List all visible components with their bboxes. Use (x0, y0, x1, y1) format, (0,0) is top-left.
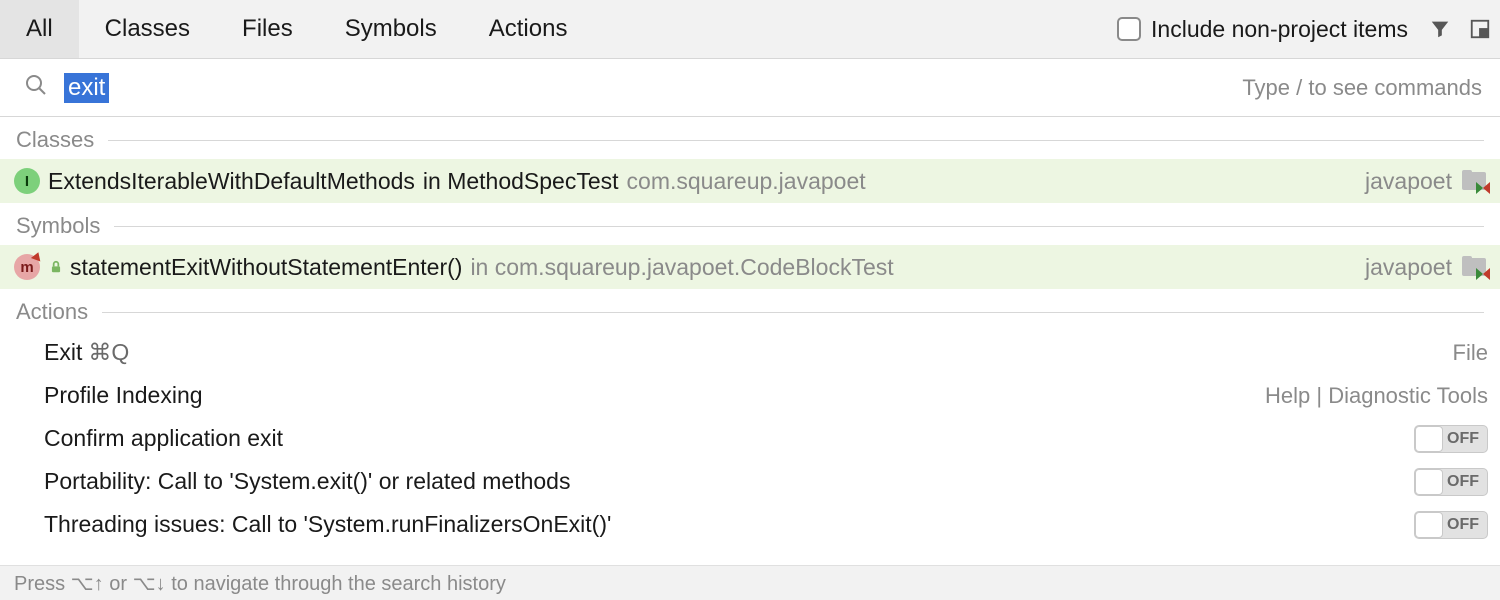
symbol-result-row[interactable]: m statementExitWithoutStatementEnter() i… (0, 245, 1500, 289)
search-icon (24, 73, 48, 103)
class-result-row[interactable]: I ExtendsIterableWithDefaultMethods in M… (0, 159, 1500, 203)
interface-icon: I (14, 168, 40, 194)
action-threading-finalizers[interactable]: Threading issues: Call to 'System.runFin… (0, 503, 1500, 546)
section-title: Actions (16, 299, 88, 325)
lock-icon (48, 259, 64, 275)
module-dir-icon (1462, 170, 1488, 192)
tab-files[interactable]: Files (216, 0, 319, 58)
action-label: Confirm application exit (44, 425, 1414, 452)
section-header-symbols: Symbols (0, 203, 1500, 245)
result-package: com.squareup.javapoet (627, 168, 866, 195)
toggle-off[interactable]: OFF (1414, 425, 1488, 453)
method-icon: m (14, 254, 40, 280)
search-input[interactable]: exit (64, 73, 109, 103)
action-label: Profile Indexing (44, 382, 1265, 409)
search-row: exit Type / to see commands (0, 59, 1500, 117)
module-dir-icon (1462, 256, 1488, 278)
filter-icon[interactable] (1420, 0, 1460, 58)
result-module: javapoet (1365, 168, 1452, 195)
action-confirm-exit[interactable]: Confirm application exit OFF (0, 417, 1500, 460)
section-header-actions: Actions (0, 289, 1500, 331)
tab-all[interactable]: All (0, 0, 79, 58)
toggle-off[interactable]: OFF (1414, 511, 1488, 539)
result-module: javapoet (1365, 254, 1452, 281)
action-label: Portability: Call to 'System.exit()' or … (44, 468, 1414, 495)
action-label: Threading issues: Call to 'System.runFin… (44, 511, 1414, 538)
toggle-off[interactable]: OFF (1414, 468, 1488, 496)
action-portability-system-exit[interactable]: Portability: Call to 'System.exit()' or … (0, 460, 1500, 503)
section-title: Symbols (16, 213, 100, 239)
include-nonproject-checkbox[interactable] (1117, 17, 1141, 41)
result-name: ExtendsIterableWithDefaultMethods (48, 168, 415, 195)
footer-hint: Press ⌥↑ or ⌥↓ to navigate through the s… (0, 565, 1500, 600)
result-name: statementExitWithoutStatementEnter() (70, 254, 462, 281)
action-shortcut: ⌘Q (88, 339, 129, 365)
section-title: Classes (16, 127, 94, 153)
action-meta: File (1453, 340, 1488, 366)
action-profile-indexing[interactable]: Profile Indexing Help | Diagnostic Tools (0, 374, 1500, 417)
section-header-classes: Classes (0, 117, 1500, 159)
result-context: in MethodSpecTest (423, 168, 619, 195)
tab-symbols[interactable]: Symbols (319, 0, 463, 58)
include-nonproject-label: Include non-project items (1151, 16, 1408, 43)
action-meta: Help | Diagnostic Tools (1265, 383, 1488, 409)
pin-window-icon[interactable] (1460, 0, 1500, 58)
action-exit[interactable]: Exit⌘Q File (0, 331, 1500, 374)
tab-actions[interactable]: Actions (463, 0, 594, 58)
action-label: Exit⌘Q (44, 339, 1453, 366)
scope-tabbar: All Classes Files Symbols Actions Includ… (0, 0, 1500, 59)
include-nonproject-wrap: Include non-project items (1117, 0, 1420, 58)
search-hint: Type / to see commands (1242, 75, 1482, 101)
result-context: in com.squareup.javapoet.CodeBlockTest (470, 254, 893, 281)
tab-classes[interactable]: Classes (79, 0, 216, 58)
